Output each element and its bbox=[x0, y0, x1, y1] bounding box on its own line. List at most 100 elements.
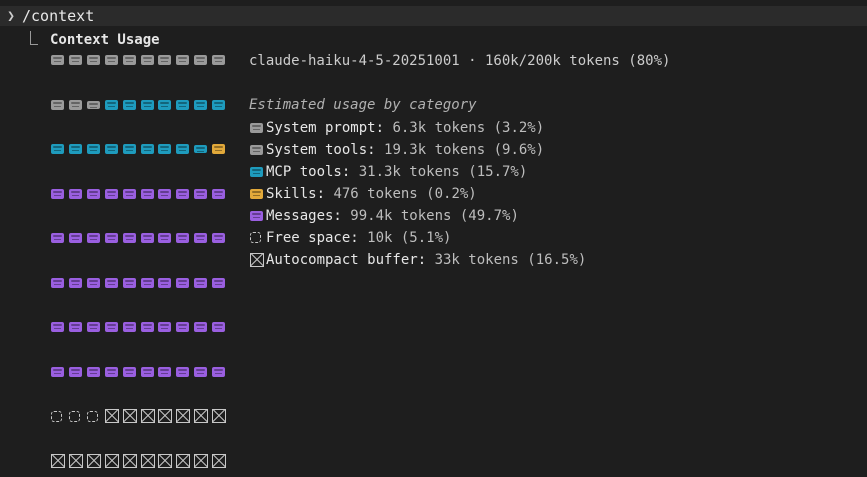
legend-item: Skills: 476 tokens (0.2%) bbox=[249, 184, 849, 206]
messages-usage-cell-icon bbox=[194, 277, 208, 288]
messages-usage-cell-icon bbox=[104, 322, 118, 332]
usage-grid-row bbox=[51, 277, 236, 290]
system-usage-cell-icon bbox=[176, 55, 190, 65]
messages-usage-cell-icon bbox=[86, 322, 100, 332]
legend-item: Autocompact buffer: 33k tokens (16.5%) bbox=[249, 250, 849, 272]
mcp-usage-cell-icon bbox=[176, 99, 190, 110]
messages-usage-cell-icon bbox=[158, 233, 172, 243]
legend-item-value: 19.3k tokens (9.6%) bbox=[384, 142, 545, 158]
messages-usage-cell-icon bbox=[158, 322, 172, 332]
context-usage-heading: Context Usage bbox=[50, 32, 160, 48]
system-usage-cell-icon bbox=[51, 55, 64, 65]
autocompact-buffer-cell-icon bbox=[176, 453, 191, 468]
usage-grid-row bbox=[51, 366, 236, 379]
chevron-right-icon: ❯ bbox=[7, 8, 15, 24]
mcp-usage-cell-icon bbox=[86, 144, 100, 154]
messages-usage-cell-icon bbox=[122, 366, 136, 377]
mcp-usage-cell-icon bbox=[140, 144, 154, 154]
categories-title: Estimated usage by category bbox=[249, 97, 477, 113]
autocompact-buffer-cell-icon bbox=[194, 453, 209, 468]
system-usage-cell-icon bbox=[68, 99, 82, 110]
usage-grid-row bbox=[51, 233, 236, 245]
autocompact-buffer-cell-icon bbox=[176, 409, 191, 423]
mcp-usage-cell-icon bbox=[51, 144, 64, 154]
system-usage-cell-icon bbox=[140, 55, 154, 65]
system-usage-cell-icon bbox=[194, 55, 208, 65]
filled-square-icon bbox=[250, 167, 263, 177]
legend-item-label: System prompt: 6.3k tokens (3.2%) bbox=[266, 120, 545, 136]
mcp-usage-cell-icon bbox=[194, 99, 208, 110]
legend-item-label: Free space: 10k (5.1%) bbox=[266, 230, 452, 246]
messages-usage-cell-icon bbox=[212, 322, 226, 332]
usage-grid-row bbox=[51, 188, 236, 201]
command-text: /context bbox=[22, 7, 95, 25]
autocompact-buffer-cell-icon bbox=[212, 453, 227, 468]
autocompact-buffer-cell-icon bbox=[51, 453, 65, 468]
messages-usage-cell-icon bbox=[104, 277, 118, 288]
mcp-usage-cell-icon bbox=[212, 99, 226, 110]
legend-item-label: MCP tools: 31.3k tokens (15.7%) bbox=[266, 164, 528, 180]
messages-usage-cell-icon bbox=[51, 233, 64, 243]
filled-square-icon bbox=[250, 123, 263, 133]
system-usage-cell-icon bbox=[68, 55, 82, 65]
free-space-cell-icon bbox=[86, 411, 98, 422]
autocompact-buffer-cell-icon bbox=[140, 453, 155, 468]
filled-square-icon bbox=[250, 145, 263, 155]
command-bar: ❯ /context bbox=[0, 6, 867, 26]
messages-usage-cell-icon bbox=[86, 366, 100, 377]
autocompact-buffer-cell-icon bbox=[194, 409, 209, 423]
autocompact-buffer-cell-icon bbox=[86, 453, 101, 468]
messages-usage-cell-icon bbox=[158, 366, 172, 377]
messages-usage-cell-icon bbox=[176, 233, 190, 243]
free-space-cell-icon bbox=[68, 411, 80, 422]
messages-usage-cell-icon bbox=[86, 277, 100, 288]
legend-item: Messages: 99.4k tokens (49.7%) bbox=[249, 206, 849, 228]
dashed-square-icon bbox=[250, 232, 261, 243]
crossed-square-icon bbox=[250, 253, 264, 267]
legend-item-value: 33k tokens (16.5%) bbox=[434, 252, 587, 268]
messages-usage-cell-icon bbox=[68, 366, 82, 377]
usage-grid-row bbox=[51, 322, 236, 334]
usage-grid-row bbox=[51, 144, 236, 156]
skills-usage-cell-icon bbox=[212, 144, 226, 154]
mcp-usage-cell-icon bbox=[140, 99, 154, 110]
messages-usage-cell-icon bbox=[176, 366, 190, 377]
mcp-usage-cell-icon bbox=[176, 144, 190, 154]
messages-usage-cell-icon bbox=[212, 277, 226, 288]
autocompact-buffer-cell-icon bbox=[122, 453, 137, 468]
legend-item-value: 31.3k tokens (15.7%) bbox=[358, 164, 528, 180]
messages-usage-cell-icon bbox=[68, 277, 82, 288]
mcp-usage-cell-icon bbox=[122, 144, 136, 154]
tree-branch-icon bbox=[30, 31, 38, 45]
autocompact-buffer-cell-icon bbox=[104, 409, 119, 423]
messages-usage-cell-icon bbox=[140, 277, 154, 288]
mcp-usage-cell-icon bbox=[158, 99, 172, 110]
legend-item-label: System tools: 19.3k tokens (9.6%) bbox=[266, 142, 545, 158]
messages-usage-cell-icon bbox=[51, 277, 64, 288]
messages-usage-cell-icon bbox=[51, 322, 64, 332]
messages-usage-cell-icon bbox=[104, 233, 118, 243]
system-usage-cell-icon bbox=[122, 55, 136, 65]
mcp-usage-cell-icon bbox=[194, 145, 208, 153]
mcp-usage-cell-icon bbox=[68, 144, 82, 154]
messages-usage-cell-icon bbox=[140, 322, 154, 332]
legend-item-label: Skills: 476 tokens (0.2%) bbox=[266, 186, 477, 202]
legend-item-value: 6.3k tokens (3.2%) bbox=[392, 120, 545, 136]
usage-grid-row bbox=[51, 99, 236, 112]
usage-grid-row bbox=[51, 409, 236, 423]
messages-usage-cell-icon bbox=[68, 233, 82, 243]
messages-usage-cell-icon bbox=[212, 366, 226, 377]
system-usage-cell-icon bbox=[86, 100, 100, 109]
model-token-summary: claude-haiku-4-5-20251001 · 160k/200k to… bbox=[249, 53, 671, 69]
system-usage-cell-icon bbox=[212, 55, 226, 65]
messages-usage-cell-icon bbox=[194, 366, 208, 377]
messages-usage-cell-icon bbox=[86, 233, 100, 243]
filled-square-icon bbox=[250, 189, 263, 199]
autocompact-buffer-cell-icon bbox=[212, 409, 227, 423]
messages-usage-cell-icon bbox=[104, 188, 118, 199]
system-usage-cell-icon bbox=[86, 55, 100, 65]
system-usage-cell-icon bbox=[104, 55, 118, 65]
messages-usage-cell-icon bbox=[158, 188, 172, 199]
messages-usage-cell-icon bbox=[51, 188, 64, 199]
legend-item-value: 99.4k tokens (49.7%) bbox=[350, 208, 519, 224]
